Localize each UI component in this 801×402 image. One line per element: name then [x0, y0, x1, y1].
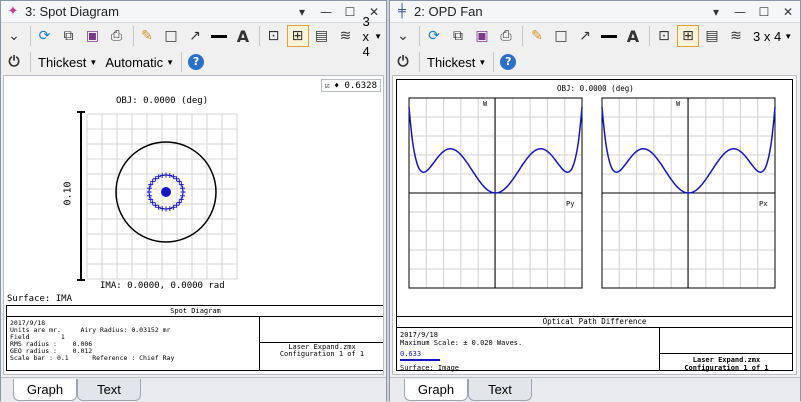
window-title: 3: Spot Diagram: [25, 4, 119, 19]
chevron-down-icon: ▼: [166, 57, 175, 67]
rectangle-icon[interactable]: □: [160, 25, 182, 47]
window-layout-icon[interactable]: ▤: [311, 25, 333, 47]
left-x-axis-label: Py: [566, 200, 575, 208]
line-style-dropdown[interactable]: Thickest ▼: [423, 51, 490, 73]
right-y-axis-label: W: [676, 100, 681, 108]
save-icon[interactable]: ▣: [82, 25, 104, 47]
minimize-button[interactable]: —: [314, 2, 338, 22]
info-text: 2017/9/18 Units are mr. Airy Radius: 0.0…: [10, 319, 175, 362]
layers-icon[interactable]: ≋: [335, 25, 357, 47]
opd-fan-icon: ╪: [398, 3, 406, 19]
wavelength-value: 0.633: [400, 350, 422, 358]
spot-toolbar-1: ⌄ ⟳ ⧉ ▣ ⎙ ✎ □ ↗ A ⊡ ⊞ ▤ ≋ 3 x 4 ▼: [1, 14, 387, 59]
plot-title: Optical Path Difference: [542, 317, 647, 326]
rows-cols-dropdown[interactable]: 3 x 4 ▼: [749, 25, 796, 47]
text-tool-icon[interactable]: A: [622, 25, 644, 47]
spot-tab-bar: Graph Text: [1, 377, 386, 402]
scale-label: 0.10: [62, 181, 74, 206]
opd-titlebar[interactable]: ╪ 2: OPD Fan ▾ — ☐ ✕: [390, 1, 800, 23]
chevron-down-icon: ▼: [478, 57, 487, 67]
spot-diagram-icon: ✦: [7, 3, 19, 19]
maximize-button[interactable]: ☐: [752, 2, 776, 22]
lock-icon[interactable]: ⊡: [263, 25, 285, 47]
opd-info-text: 2017/9/18 Maximum Scale: ± 0.020 Waves. …: [400, 331, 523, 372]
tab-text[interactable]: Text: [77, 379, 141, 401]
spot-titlebar[interactable]: ✦ 3: Spot Diagram ▾ — ☐ ✕: [1, 1, 386, 23]
save-icon[interactable]: ▣: [471, 25, 493, 47]
tab-graph[interactable]: Graph: [13, 379, 77, 401]
maximize-button[interactable]: ☐: [338, 2, 362, 22]
text-tool-icon[interactable]: A: [232, 25, 254, 47]
chevron-down-icon: ▼: [89, 57, 98, 67]
chevron-down-icon: ▼: [374, 31, 382, 41]
line-icon[interactable]: [598, 25, 620, 47]
settings-chevron-icon[interactable]: ⌄: [392, 25, 414, 47]
chevron-down-icon: ▼: [784, 31, 793, 41]
copy-icon[interactable]: ⧉: [58, 25, 80, 47]
spot-toolbar-2: ⏻ Thickest ▼ Automatic ▼ ?: [1, 49, 386, 75]
rows-cols-dropdown[interactable]: 3 x 4 ▼: [359, 14, 387, 59]
copy-icon[interactable]: ⧉: [447, 25, 469, 47]
dropdown-arrow-icon[interactable]: ▾: [704, 2, 728, 22]
opd-plot-area: OBJ: 0.0000 (deg) W Py W Px Optical Path…: [392, 75, 797, 375]
ima-label: IMA: 0.0000, 0.0000 rad: [100, 281, 225, 291]
spot-grid: [86, 113, 238, 280]
opd-info-file: Laser Expand.zmx Configuration 1 of 1: [684, 356, 769, 372]
opd-toolbar-2: ⏻ Thickest ▼ ?: [390, 49, 800, 75]
window-title: 2: OPD Fan: [414, 4, 483, 19]
zoom-fit-icon[interactable]: ⊞: [286, 25, 309, 47]
info-title: Spot Diagram: [7, 306, 383, 317]
zoom-fit-icon[interactable]: ⊞: [677, 25, 699, 47]
pencil-icon[interactable]: ✎: [136, 25, 158, 47]
tab-text[interactable]: Text: [468, 379, 532, 401]
line-icon[interactable]: [208, 25, 230, 47]
pencil-icon[interactable]: ✎: [526, 25, 548, 47]
spot-plot-area: ☑ ♦ 0.6328 OBJ: 0.0000 (deg) 0.10 IMA: 0…: [3, 75, 384, 375]
right-x-axis-label: Px: [759, 200, 768, 208]
settings-chevron-icon[interactable]: ⌄: [3, 25, 25, 47]
spot-info-box: Spot Diagram 2017/9/18 Units are mr. Air…: [6, 305, 383, 371]
line-style-dropdown[interactable]: Thickest ▼: [34, 51, 101, 73]
scale-mode-dropdown[interactable]: Automatic ▼: [101, 51, 178, 73]
opd-toolbar-1: ⌄ ⟳ ⧉ ▣ ⎙ ✎ □ ↗ A ⊡ ⊞ ▤ ≋ 3 x 4 ▼: [390, 23, 800, 49]
help-icon[interactable]: ?: [497, 51, 519, 73]
print-icon[interactable]: ⎙: [495, 25, 517, 47]
power-icon[interactable]: ⏻: [392, 51, 414, 73]
rectangle-icon[interactable]: □: [550, 25, 572, 47]
window-layout-icon[interactable]: ▤: [701, 25, 723, 47]
opd-tab-bar: Graph Text: [390, 377, 800, 402]
help-icon[interactable]: ?: [185, 51, 207, 73]
scale-bar: [77, 111, 85, 281]
dropdown-arrow-icon[interactable]: ▾: [290, 2, 314, 22]
lock-icon[interactable]: ⊡: [653, 25, 675, 47]
tab-graph[interactable]: Graph: [404, 379, 468, 401]
layers-icon[interactable]: ≋: [725, 25, 747, 47]
info-file: Laser Expand.zmx Configuration 1 of 1: [279, 343, 365, 358]
surface-label: Surface: IMA: [7, 294, 73, 304]
refresh-icon[interactable]: ⟳: [423, 25, 445, 47]
spot-diagram-window: ✦ 3: Spot Diagram ▾ — ☐ ✕ ⌄ ⟳ ⧉ ▣ ⎙ ✎ □ …: [0, 0, 387, 402]
left-y-axis-label: W: [483, 100, 488, 108]
refresh-icon[interactable]: ⟳: [34, 25, 56, 47]
opd-fan-window: ╪ 2: OPD Fan ▾ — ☐ ✕ ⌄ ⟳ ⧉ ▣ ⎙ ✎ □ ↗ A ⊡…: [389, 0, 801, 402]
print-icon[interactable]: ⎙: [106, 25, 128, 47]
arrow-icon[interactable]: ↗: [574, 25, 596, 47]
power-icon[interactable]: ⏻: [3, 51, 25, 73]
minimize-button[interactable]: —: [728, 2, 752, 22]
chief-ray-spot: [161, 187, 171, 197]
arrow-icon[interactable]: ↗: [184, 25, 206, 47]
wavelength-swatch: [400, 359, 440, 361]
close-button[interactable]: ✕: [776, 2, 800, 22]
